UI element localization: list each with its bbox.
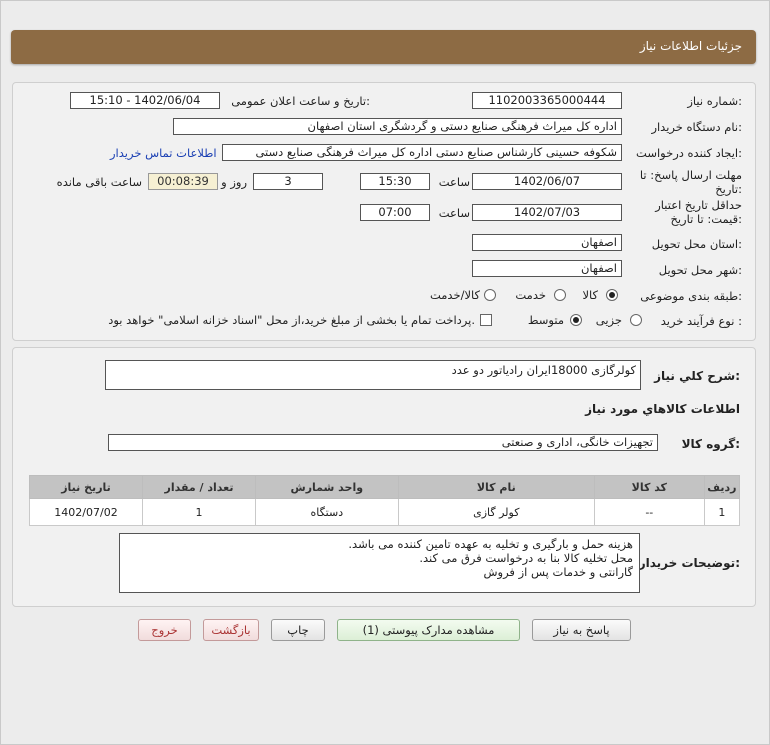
validity-label-1: حداقل تاریخ اعتبار — [655, 198, 742, 212]
summary-label: شرح کلي نياز: — [654, 369, 740, 383]
reply-button[interactable]: پاسخ به نیاز — [532, 619, 631, 641]
category-option-goods: کالا — [582, 288, 598, 302]
goods-group-field: تجهیزات خانگی، اداری و صنعتی — [108, 434, 658, 451]
table-row: 1 -- کولر گازی دستگاه 1 1402/07/02 — [28, 498, 741, 526]
deadline-time-label: ساعت — [438, 175, 470, 189]
page-title: جزئیات اطلاعات نیاز — [639, 39, 742, 53]
deadline-date-field: 1402/06/07 — [472, 173, 622, 190]
category-radio-both[interactable] — [484, 289, 496, 301]
days-field: 3 — [253, 173, 323, 190]
col-header-code: کد کالا — [593, 475, 705, 499]
deadline-time-field: 15:30 — [360, 173, 430, 190]
category-label: طبقه بندی موضوعی: — [640, 289, 742, 303]
treasury-payment-checkbox[interactable] — [480, 314, 492, 326]
need-number-label: شماره نیاز: — [687, 94, 742, 108]
validity-time-label: ساعت — [438, 206, 470, 220]
city-label: شهر محل تحویل: — [658, 263, 742, 277]
col-header-row-number: ردیف — [703, 475, 741, 499]
title-bar: جزئیات اطلاعات نیاز — [11, 30, 756, 64]
category-option-both: کالا/خدمت — [429, 288, 480, 302]
remaining-label: ساعت باقی مانده — [56, 175, 142, 189]
city-field: اصفهان — [472, 260, 622, 277]
view-attachments-button[interactable]: مشاهده مدارک پیوستی (1) — [337, 619, 520, 641]
cell-row-number: 1 — [703, 498, 741, 526]
back-button[interactable]: بازگشت — [203, 619, 259, 641]
buyer-org-label: نام دستگاه خریدار: — [651, 120, 742, 134]
deadline-label-2: تاریخ: — [715, 182, 742, 196]
need-number-field: 1102003365000444 — [472, 92, 622, 109]
process-radio-medium[interactable] — [570, 314, 582, 326]
cell-quantity: 1 — [142, 498, 256, 526]
buyer-note-line-1: هزینه حمل و بارگیری و تخلیه به عهده تامی… — [348, 537, 633, 551]
announce-field: 1402/06/04 - 15:10 — [70, 92, 220, 109]
summary-field: کولرگازی 18000ایران رادیاتور دو عدد — [105, 360, 641, 390]
process-option-minor: جزیی — [595, 313, 622, 327]
creator-label: ایجاد کننده درخواست: — [636, 146, 742, 160]
process-label: نوع فرآیند خرید : — [660, 314, 742, 328]
goods-group-label: گروه کالا: — [681, 437, 740, 451]
category-option-service: خدمت — [515, 288, 546, 302]
cell-unit: دستگاه — [255, 498, 399, 526]
process-radio-minor[interactable] — [630, 314, 642, 326]
province-field: اصفهان — [472, 234, 622, 251]
days-label: روز و — [221, 175, 247, 189]
category-radio-service[interactable] — [554, 289, 566, 301]
print-button[interactable]: چاپ — [271, 619, 325, 641]
process-option-medium: متوسط — [527, 313, 564, 327]
validity-time-field: 07:00 — [360, 204, 430, 221]
buyer-contact-link[interactable]: اطلاعات تماس خریدار — [110, 146, 217, 160]
validity-label-2: قیمت: تا تاریخ: — [670, 212, 742, 226]
goods-table: ردیف کد کالا نام کالا واحد شمارش تعداد /… — [28, 475, 741, 526]
category-radio-goods[interactable] — [606, 289, 618, 301]
cell-name: کولر گازی — [397, 498, 595, 526]
cell-need-date: 1402/07/02 — [28, 498, 144, 526]
col-header-need-date: تاریخ نیاز — [28, 475, 144, 499]
deadline-label-1: مهلت ارسال پاسخ: تا — [639, 168, 742, 182]
buyer-org-field: اداره کل میراث فرهنگی صنایع دستی و گردشگ… — [173, 118, 622, 135]
buyer-notes-field: هزینه حمل و بارگیری و تخلیه به عهده تامی… — [119, 533, 640, 593]
col-header-quantity: تعداد / مقدار — [142, 475, 256, 499]
buyer-note-line-2: محل تخلیه کالا بنا به درخواست فرق می کند… — [419, 551, 633, 565]
buyer-note-line-3: گارانتی و خدمات پس از فروش — [483, 565, 634, 579]
goods-section-title: اطلاعات کالاهاي مورد نياز — [585, 402, 740, 416]
cell-code: -- — [593, 498, 705, 526]
col-header-unit: واحد شمارش — [255, 475, 399, 499]
remaining-time-field: 00:08:39 — [148, 173, 218, 190]
treasury-payment-note: پرداخت تمام یا بخشی از مبلغ خرید،از محل … — [108, 313, 475, 327]
table-header-row: ردیف کد کالا نام کالا واحد شمارش تعداد /… — [28, 475, 741, 499]
exit-button[interactable]: خروج — [138, 619, 191, 641]
col-header-name: نام کالا — [397, 475, 595, 499]
announce-label: تاریخ و ساعت اعلان عمومی: — [231, 94, 370, 108]
province-label: استان محل تحویل: — [651, 237, 742, 251]
buyer-notes-label: توضیحات خریدار: — [638, 556, 740, 570]
validity-date-field: 1402/07/03 — [472, 204, 622, 221]
creator-field: شکوفه حسینی کارشناس صنایع دستی اداره کل … — [222, 144, 622, 161]
